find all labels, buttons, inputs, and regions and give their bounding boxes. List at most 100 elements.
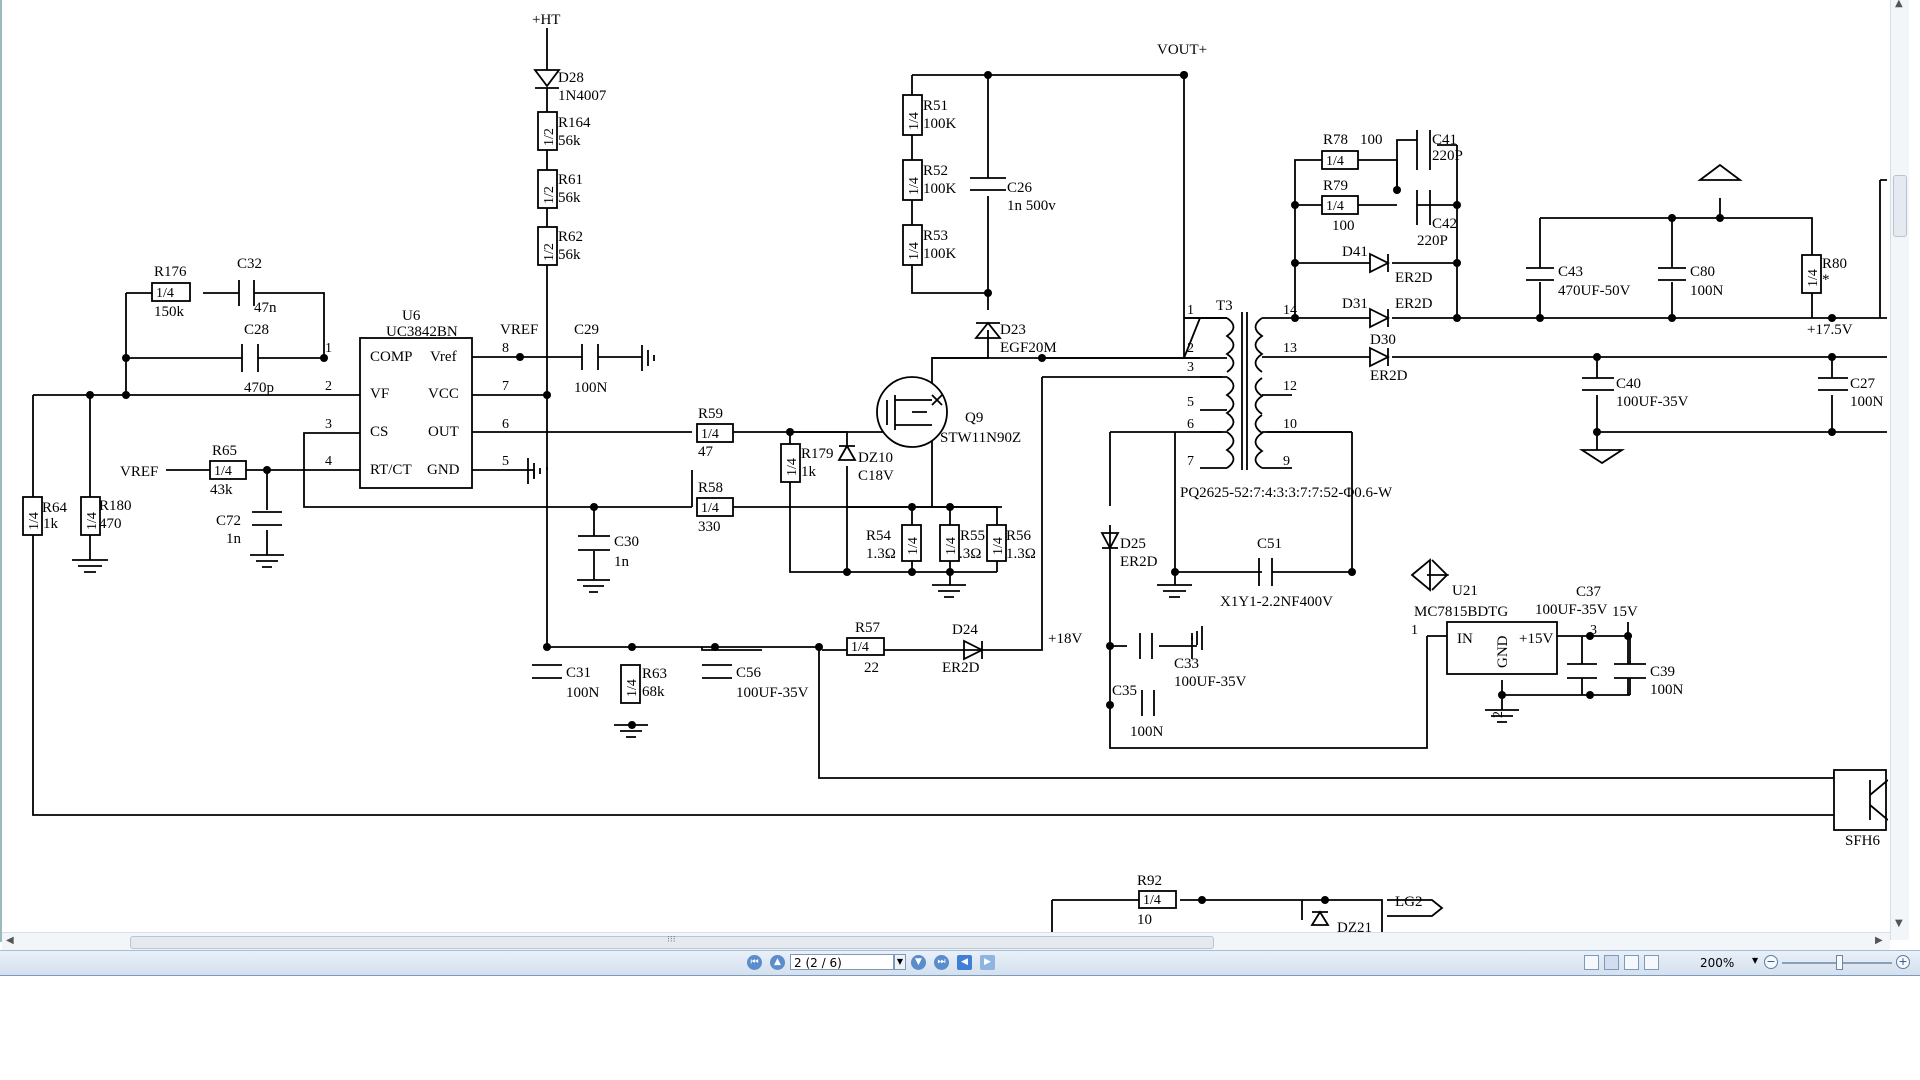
schematic-label: T3 [1216,298,1233,314]
schematic-label: U21 [1452,583,1478,599]
schematic-element [1241,312,1248,470]
vertical-scrollbar[interactable]: ▲ ▼ [1890,0,1909,940]
resistor-rating-label: 1/4 [27,512,42,530]
schematic-label: R79 [1323,178,1348,194]
schematic-element [711,643,719,651]
schematic-label: R78 [1323,132,1348,148]
schematic-label: VOUT+ [1157,42,1207,58]
single-page-icon[interactable] [1584,955,1599,970]
page-dropdown-button[interactable]: ▼ [894,954,906,970]
schematic-element [72,559,108,573]
schematic-element [641,345,655,371]
schematic-label: 2 [325,379,332,394]
resistor-rating-label: 1/4 [625,679,640,697]
schematic-label: C39 [1650,664,1675,680]
schematic-element [1310,910,1330,926]
horizontal-scrollbar[interactable]: ◀ ⁝⁝⁝ ▶ [2,932,1890,951]
schematic-label: 100UF-35V [736,685,809,701]
schematic-label: * [1822,272,1830,288]
fit-icon[interactable] [1644,955,1659,970]
schematic-label: 100UF-35V [1174,674,1247,690]
schematic-label: +HT [532,12,560,28]
resistor-rating-label: 1/4 [944,537,959,555]
schematic-label: 12 [1283,379,1297,394]
first-page-icon[interactable]: ⏮ [747,955,762,970]
document-page-view[interactable]: 1/4 1/4 1/4 1/4 1/4 1/4 1/4 1/4 1/4 1/4 1/2 … [0,0,1920,951]
schematic-element [1369,307,1391,329]
schematic-label: 100N [1690,283,1724,299]
schematic-element [1624,632,1632,640]
page-number-field[interactable]: 2 (2 / 6) [790,954,894,970]
t3-transformer [1200,312,1352,470]
schematic-label: C35 [1112,683,1137,699]
resistor-rating-label: 1/4 [907,242,922,260]
schematic-label: D25 [1120,536,1146,552]
back-icon[interactable]: ◀ [957,955,972,970]
schematic-label: 2 [1187,341,1194,356]
schematic-label: 100K [923,181,957,197]
previous-page-icon[interactable]: ▲ [770,955,785,970]
schematic-label: 100N [566,685,600,701]
schematic-label: D28 [558,70,584,86]
continuous-icon[interactable] [1604,955,1619,970]
schematic-label: 6 [1187,417,1194,432]
resistor-rating-label: 1/4 [156,286,174,301]
resistor-rating-label: 1/4 [1326,154,1344,169]
schematic-label: R92 [1137,873,1162,889]
schematic-element [543,391,551,399]
scroll-up-arrow-icon[interactable]: ▲ [1895,0,1903,9]
schematic-label: OUT [428,424,459,440]
schematic-label: 1.3Ω [866,546,896,562]
schematic-label: 68k [642,684,665,700]
schematic-label: DZ21 [1337,920,1372,932]
zoom-out-icon[interactable]: − [1764,955,1778,969]
schematic-label: 47 [698,444,714,460]
schematic-label: D23 [1000,322,1026,338]
next-page-icon[interactable]: ▼ [911,955,926,970]
scroll-down-arrow-icon[interactable]: ▼ [1895,918,1903,929]
resistor-rating-label: 1/4 [991,537,1006,555]
schematic-label: R55 [960,528,985,544]
scroll-left-arrow-icon[interactable]: ◀ [6,935,14,946]
zoom-level[interactable]: 200% [1700,956,1734,970]
schematic-wires [32,28,1887,932]
schematic-label: 1k [43,516,59,532]
schematic-label: C43 [1558,264,1583,280]
schematic-element [1106,701,1114,709]
last-page-icon[interactable]: ⏭ [934,955,949,970]
resistor-rating-label: 1/4 [1806,269,1821,287]
schematic-label: C37 [1576,584,1602,600]
facing-icon[interactable] [1624,955,1639,970]
schematic-element [1225,317,1264,469]
scroll-right-arrow-icon[interactable]: ▶ [1875,935,1883,946]
schematic-label: 100K [923,116,957,132]
zoom-in-icon[interactable]: + [1896,955,1910,969]
schematic-element [1171,568,1179,576]
schematic-label: UC3842BN [386,324,458,340]
vertical-scroll-thumb[interactable] [1893,175,1907,237]
schematic-label: C42 [1432,216,1457,232]
schematic-label: D41 [1342,244,1368,260]
schematic-label: C32 [237,256,262,272]
schematic-label: 470p [244,380,274,396]
schematic-element [543,643,551,651]
schematic-label: 470 [99,516,122,532]
schematic-label: C41 [1432,132,1457,148]
schematic-element [843,568,851,576]
schematic-label: ER2D [1370,368,1408,384]
resistor-rating-label: 1/4 [907,177,922,195]
schematic-element [908,503,916,511]
schematic-element [1200,317,1352,469]
opto-sfh6 [1833,769,1887,831]
schematic-label: C31 [566,665,591,681]
schematic-element [86,391,94,399]
horizontal-scroll-thumb[interactable]: ⁝⁝⁝ [130,935,1214,949]
zoom-slider-thumb[interactable] [1836,955,1843,970]
schematic-label: 14 [1283,303,1297,318]
schematic-label: ER2D [1395,270,1433,286]
schematic-label: 3 [1187,360,1194,375]
ground-symbols [72,345,1519,738]
schematic-element [122,354,130,362]
zoom-dropdown-icon[interactable]: ▼ [1752,956,1758,965]
forward-icon[interactable]: ▶ [980,955,995,970]
